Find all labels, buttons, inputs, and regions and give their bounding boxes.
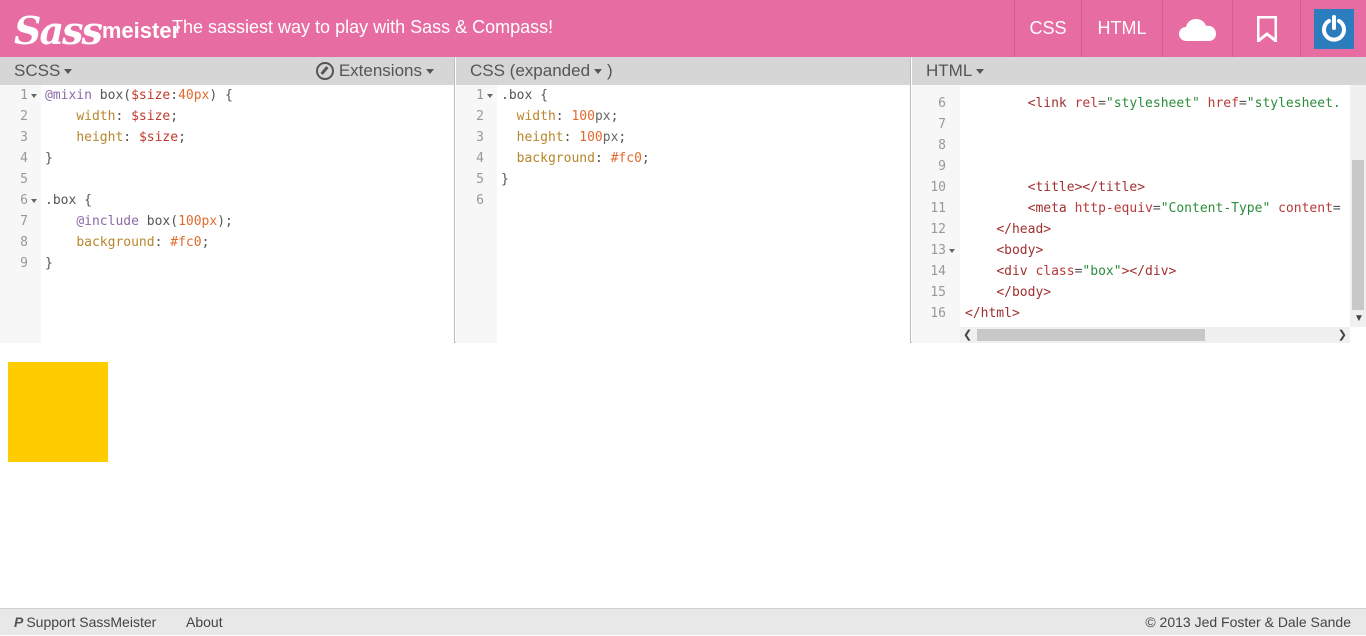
chevron-down-icon <box>976 69 985 75</box>
scss-editor[interactable]: 1 @mixin box($size:40px) { 2 width: $size… <box>0 85 454 343</box>
code-line: 7 @include box(100px); <box>20 214 233 229</box>
css-button[interactable]: CSS <box>1014 0 1081 57</box>
css-editor[interactable]: 1 .box { 2 width: 100px; 3 height: 100px;… <box>456 85 910 343</box>
code-line: 14 <div class="box"></div> <box>930 264 1177 279</box>
fold-icon <box>31 199 37 203</box>
code-line: 13 <body> <box>930 243 1044 258</box>
tagline: The sassiest way to play with Sass & Com… <box>172 17 554 37</box>
power-icon <box>1321 14 1346 42</box>
cloud-icon <box>1178 18 1216 41</box>
app-header: Sass meister The sassiest way to play wi… <box>0 0 1366 57</box>
about-link[interactable]: About <box>186 609 223 636</box>
code-line: 8 <box>938 138 946 153</box>
code-line: 11 <meta http-equiv="Content-Type" conte… <box>930 201 1341 216</box>
html-button[interactable]: HTML <box>1081 0 1162 57</box>
logo-meister-text: meister <box>101 18 181 43</box>
css-title: CSS (expanded <box>470 61 591 80</box>
scss-panel: SCSS Extensions 1 @mixin box($size:40px) … <box>0 57 455 343</box>
cloud-button[interactable] <box>1162 0 1232 57</box>
code-line: 6 <box>476 193 484 208</box>
horizontal-scroll-thumb[interactable] <box>977 329 1205 341</box>
extensions-dropdown[interactable]: Extensions <box>315 57 434 85</box>
bookmark-button[interactable] <box>1232 0 1300 57</box>
css-output-style-dropdown[interactable]: CSS (expanded) <box>470 61 613 80</box>
chevron-down-icon <box>64 69 73 75</box>
compass-icon <box>315 62 334 80</box>
code-line: 16 </html> <box>930 306 1020 321</box>
code-line: 10 <title></title> <box>930 180 1146 195</box>
code-line: 1 @mixin box($size:40px) { <box>20 88 233 103</box>
vertical-scroll-thumb[interactable] <box>1352 160 1364 310</box>
power-button[interactable] <box>1300 0 1366 57</box>
code-line: 9} <box>20 256 53 271</box>
chevron-down-icon <box>594 69 603 75</box>
scroll-down-icon[interactable]: ▼ <box>1354 313 1364 324</box>
code-line: 2 width: $size; <box>20 109 179 124</box>
editor-panels: SCSS Extensions 1 @mixin box($size:40px) … <box>0 57 1366 343</box>
scss-title: SCSS <box>14 61 61 80</box>
code-line: 8 background: #fc0; <box>20 235 210 250</box>
html-editor[interactable]: 6 <link rel="stylesheet" href="styleshee… <box>912 85 1366 343</box>
code-line: 1 .box { <box>476 88 548 103</box>
scss-syntax-dropdown[interactable]: SCSS <box>14 61 73 80</box>
code-line: 12 </head> <box>930 222 1052 237</box>
code-line: 6 <link rel="stylesheet" href="styleshee… <box>938 96 1341 111</box>
support-label: Support SassMeister <box>26 614 157 630</box>
footer: P Support SassMeister About © 2013 Jed F… <box>0 608 1366 635</box>
code-line: 7 <box>938 117 946 132</box>
paypal-icon: P <box>14 614 24 630</box>
code-line: 3 height: 100px; <box>476 130 627 145</box>
code-line: 2 width: 100px; <box>476 109 619 124</box>
header-nav: CSS HTML <box>1014 0 1366 57</box>
code-line: 3 height: $size; <box>20 130 186 145</box>
support-link[interactable]: P Support SassMeister <box>14 609 156 636</box>
css-panel: CSS (expanded) 1 .box { 2 width: 100px; 3… <box>456 57 911 343</box>
chevron-down-icon <box>426 68 434 74</box>
sassmeister-logo[interactable]: Sass meister <box>14 2 180 54</box>
code-line: 4} <box>20 151 53 166</box>
code-line-partial <box>912 75 1366 85</box>
bookmark-icon <box>1256 15 1277 42</box>
fold-icon <box>31 94 37 98</box>
extensions-label: Extensions <box>338 61 422 80</box>
code-line: 5} <box>476 172 509 187</box>
logo-sass-text: Sass <box>14 8 103 53</box>
code-line: 9 <box>938 159 946 174</box>
code-line: 4 background: #fc0; <box>476 151 650 166</box>
code-line: 15 </body> <box>930 285 1052 300</box>
preview-box <box>8 362 108 462</box>
scroll-left-icon[interactable]: ❮ <box>963 328 972 341</box>
code-line: 5 <box>20 172 28 187</box>
code-line: 6 .box { <box>20 193 92 208</box>
scroll-right-icon[interactable]: ❯ <box>1338 328 1347 341</box>
copyright: © 2013 Jed Foster & Dale Sande <box>1145 614 1351 630</box>
css-title-end: ) <box>607 61 613 80</box>
fold-icon <box>949 249 955 253</box>
css-panel-header: CSS (expanded) <box>456 57 910 85</box>
fold-icon <box>487 94 493 98</box>
scss-panel-header: SCSS Extensions <box>0 57 454 85</box>
preview-pane <box>0 344 1366 608</box>
html-panel: HTML 6 <link rel="stylesheet" href="styl… <box>912 57 1366 343</box>
vertical-scrollbar[interactable]: ▼ <box>1350 85 1366 327</box>
horizontal-scrollbar[interactable]: ❮ ❯ <box>960 327 1350 343</box>
